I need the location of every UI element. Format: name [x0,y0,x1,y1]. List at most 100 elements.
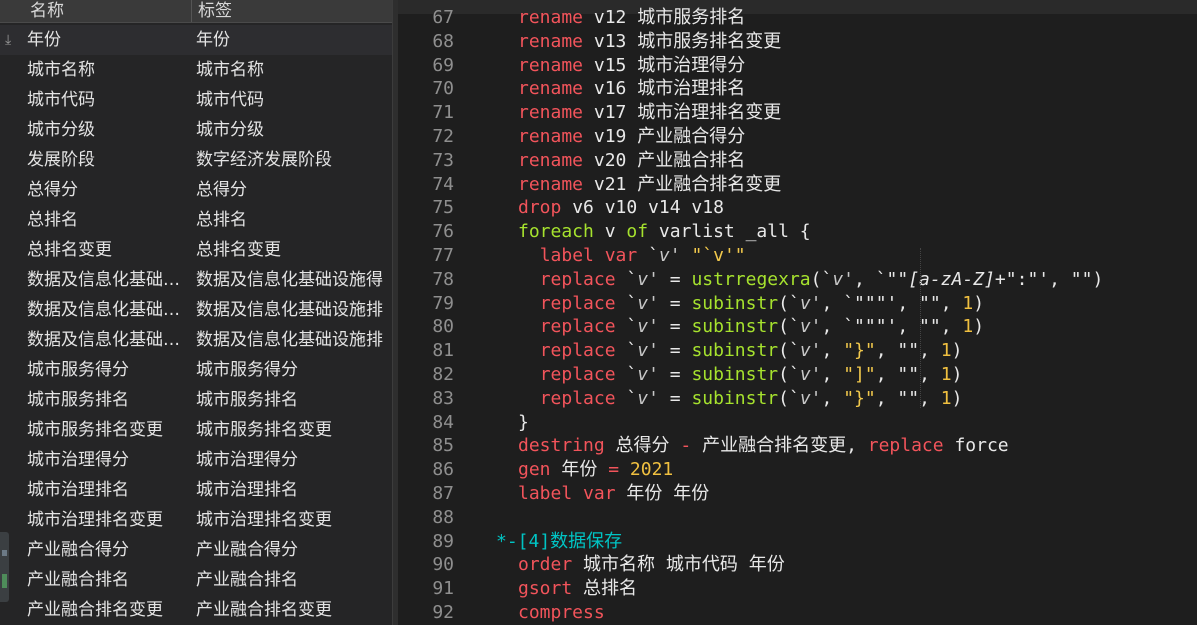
code-token: v' [637,292,659,314]
code-line[interactable]: 77 label var `v' "`v'" [398,244,1197,268]
name-column-header[interactable]: 名称 [30,0,64,21]
code-line[interactable]: 74 rename v21 产业融合排名变更 [398,173,1197,197]
code-line[interactable]: 83 replace `v' = subinstr(`v', "}", "", … [398,387,1197,411]
variable-name: 总排名变更 [27,240,112,260]
code-token: , `"" [854,268,909,290]
code-line[interactable]: 84} [398,411,1197,435]
code-line[interactable]: 68 rename v13 城市服务排名变更 [398,30,1197,54]
variable-name: 产业融合得分 [27,540,129,560]
code-token: , "", [875,387,941,409]
code-token: ` [637,244,659,266]
variable-row[interactable]: 城市代码 城市代码 [0,85,392,115]
variable-row[interactable]: 发展阶段 数字经济发展阶段 [0,145,392,175]
variable-row[interactable]: 城市服务得分 城市服务得分 [0,355,392,385]
code-token: subinstr [691,363,779,385]
variable-label: 产业融合得分 [196,540,298,560]
code-token: "}" [843,340,876,362]
variable-name: 发展阶段 [27,150,95,170]
variable-row[interactable]: 总排名变更 总排名变更 [0,235,392,265]
variable-row[interactable]: 总排名 总排名 [0,205,392,235]
code-token: ` [615,387,638,409]
code-line[interactable]: 85 destring 总得分 - 产业融合排名变更, replace force [398,434,1197,458]
sort-down-icon: ⤓ [5,32,12,48]
code-line[interactable]: 71 rename v17 城市治理排名变更 [398,101,1197,125]
code-text: rename v12 城市服务排名 [518,6,745,30]
variable-label: 数据及信息化基础设施得 [196,270,383,290]
code-line[interactable]: 86 gen 年份 = 2021 [398,458,1197,482]
line-number: 89 [432,530,454,552]
code-line[interactable]: 72 rename v19 产业融合得分 [398,125,1197,149]
variable-label: 城市治理得分 [196,450,298,470]
variable-row[interactable]: 城市分级 城市分级 [0,115,392,145]
variable-label: 城市服务排名 [196,390,298,410]
code-line[interactable]: 70 rename v16 城市治理排名 [398,77,1197,101]
variable-row[interactable]: 产业融合得分 产业融合得分 [0,535,392,565]
code-token: ":"', "") [1005,268,1104,290]
line-number: 85 [432,435,454,457]
line-number: 77 [432,244,454,266]
variable-row[interactable]: 城市服务排名变更 城市服务排名变更 [0,415,392,445]
code-token: of [626,221,649,243]
code-token: subinstr [691,292,779,314]
code-line[interactable]: 90 order 城市名称 城市代码 年份 [398,553,1197,577]
code-token: label var [539,244,638,266]
code-line[interactable]: 80 replace `v' = subinstr(`v', `"""', ""… [398,315,1197,339]
code-line[interactable]: 67 rename v12 城市服务排名 [398,6,1197,30]
variable-row[interactable]: 数据及信息化基础… 数据及信息化基础设施排 [0,295,392,325]
code-line[interactable]: 91 gsort 总排名 [398,577,1197,601]
variable-name: 城市分级 [27,120,95,140]
code-token: 总排名 [572,578,638,600]
variable-row[interactable]: 城市治理排名变更 城市治理排名变更 [0,505,392,535]
code-token: ` [615,316,638,338]
variable-name: 总排名 [27,210,78,230]
code-token: v [593,221,627,243]
variable-row[interactable]: 城市治理排名 城市治理排名 [0,475,392,505]
variable-row[interactable]: 城市治理得分 城市治理得分 [0,445,392,475]
code-line[interactable]: 75 drop v6 v10 v14 v18 [398,196,1197,220]
label-column-header[interactable]: 标签 [198,0,232,21]
variable-row[interactable]: 数据及信息化基础… 数据及信息化基础设施排 [0,325,392,355]
column-divider[interactable] [191,0,192,22]
code-line[interactable]: 88 [398,506,1197,530]
code-line[interactable]: 69 rename v15 城市治理得分 [398,54,1197,78]
code-line[interactable]: 87 label var 年份 年份 [398,482,1197,506]
code-line[interactable]: 79 replace `v' = subinstr(`v', `"""', ""… [398,292,1197,316]
variable-label: 城市代码 [196,90,264,110]
code-token: replace [539,268,616,290]
variable-row[interactable]: 产业融合排名 产业融合排名 [0,565,392,595]
line-number: 83 [432,387,454,409]
code-line[interactable]: 82 replace `v' = subinstr(`v', "]", "", … [398,363,1197,387]
variable-name: 城市服务排名 [27,390,129,410]
variable-row[interactable]: 城市名称 城市名称 [0,55,392,85]
variable-row[interactable]: 数据及信息化基础… 数据及信息化基础设施得 [0,265,392,295]
code-token: ustrregexra [691,268,811,290]
code-token: rename [518,125,584,147]
variable-name: 总得分 [27,180,78,200]
code-line[interactable]: 78 replace `v' = ustrregexra(`v', `""[a-… [398,268,1197,292]
code-line[interactable]: 89 *-[4]数据保存 [398,530,1197,554]
code-line[interactable]: 76 foreach v of varlist _all { [398,220,1197,244]
line-number: 86 [432,459,454,481]
variables-list: ⤓ 年份 年份 城市名称 城市名称 城市代码 城市代码 城市分级 城市分级 发展阶段 数字经济发展阶… [0,25,392,625]
variable-row[interactable]: ⤓ 年份 年份 [0,25,392,55]
code-token: replace [539,316,616,338]
code-line[interactable]: 81 replace `v' = subinstr(`v', "}", "", … [398,339,1197,363]
code-token: v' [637,316,659,338]
code-token: [a-zA-Z]+ [908,268,1006,290]
code-token: v' [637,340,659,362]
variable-label: 总排名 [196,210,247,230]
do-file-editor[interactable]: 67 rename v12 城市服务排名 68 rename v13 城市服务排名变更… [398,0,1197,625]
variable-row[interactable]: 总得分 总得分 [0,175,392,205]
variable-label: 总得分 [196,180,247,200]
code-token: } [518,411,529,433]
code-token: "`v'" [691,244,746,266]
code-token: rename [518,78,584,100]
variable-row[interactable]: 城市服务排名 城市服务排名 [0,385,392,415]
variable-row[interactable]: 产业融合排名变更 产业融合排名变更 [0,595,392,625]
code-area[interactable]: 67 rename v12 城市服务排名 68 rename v13 城市服务排名变更… [398,6,1197,625]
code-text: replace `v' = subinstr(`v', `"""', "", 1… [518,315,984,339]
side-panel-tab[interactable] [0,532,9,602]
code-line[interactable]: 92 compress [398,601,1197,625]
code-line[interactable]: 73 rename v20 产业融合排名 [398,149,1197,173]
